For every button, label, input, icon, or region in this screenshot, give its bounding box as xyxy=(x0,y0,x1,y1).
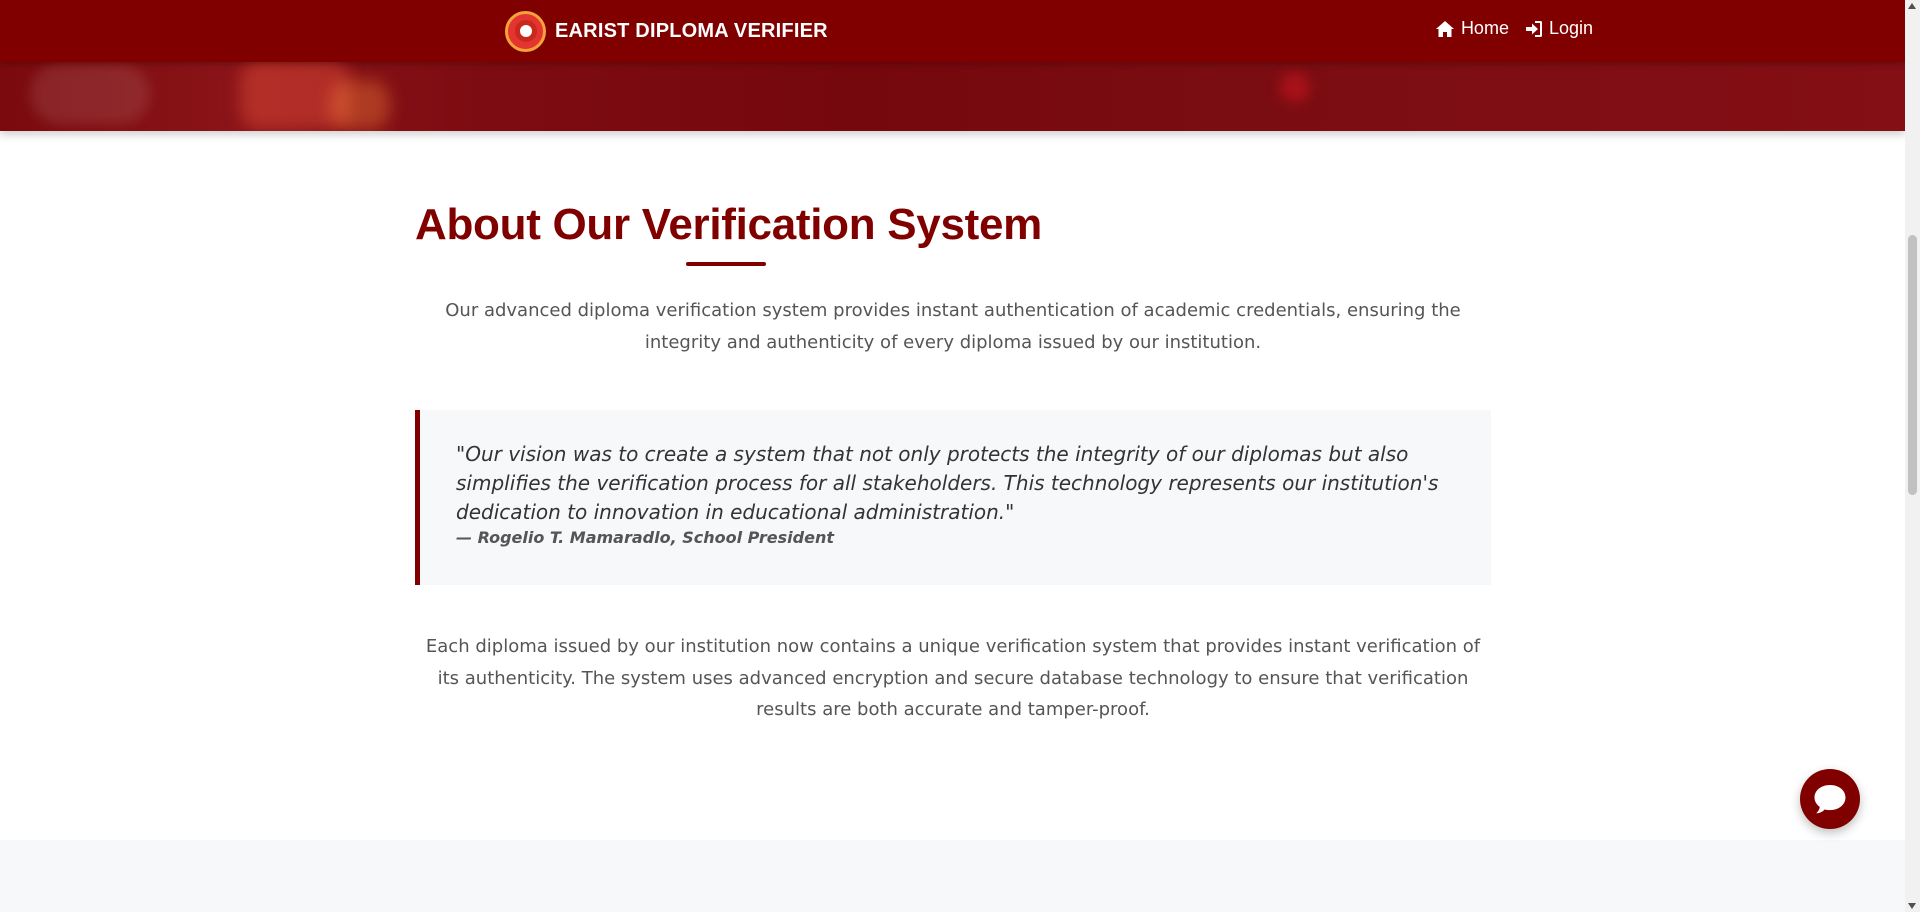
nav-home-link[interactable]: Home xyxy=(1435,18,1509,39)
login-icon xyxy=(1525,20,1542,37)
intro-paragraph: Our advanced diploma verification system… xyxy=(445,300,1461,353)
next-section-band xyxy=(0,840,1905,912)
president-quote: "Our vision was to create a system that … xyxy=(415,410,1491,585)
scroll-up-icon[interactable] xyxy=(1908,3,1916,9)
hero-image-blur xyxy=(330,80,390,130)
description-paragraph: Each diploma issued by our institution n… xyxy=(425,636,1481,720)
quote-author: — Rogelio T. Mamaradlo, School President xyxy=(456,528,834,547)
home-icon xyxy=(1435,20,1454,37)
about-section: About Our Verification System Our advanc… xyxy=(415,200,1491,359)
page-scrollbar[interactable] xyxy=(1905,0,1920,912)
section-title: About Our Verification System xyxy=(415,200,1042,249)
quote-text: "Our vision was to create a system that … xyxy=(456,442,1439,524)
nav-login-link[interactable]: Login xyxy=(1525,18,1593,39)
chat-bubble-icon xyxy=(1814,785,1846,814)
nav-home-label: Home xyxy=(1460,18,1509,38)
title-underline xyxy=(686,262,766,266)
school-logo-icon xyxy=(505,10,546,52)
hero-image-blur xyxy=(30,64,150,124)
nav-login-label: Login xyxy=(1548,18,1593,38)
hero-image-blur xyxy=(1280,72,1310,102)
chat-button[interactable] xyxy=(1800,769,1860,829)
top-navbar: EARIST DIPLOMA VERIFIER Home Login xyxy=(0,0,1905,62)
brand-name: EARIST DIPLOMA VERIFIER xyxy=(555,19,828,42)
brand[interactable]: EARIST DIPLOMA VERIFIER xyxy=(505,10,828,52)
nav-links: Home Login xyxy=(1435,18,1593,39)
scroll-down-icon[interactable] xyxy=(1908,903,1916,909)
scroll-thumb[interactable] xyxy=(1908,235,1917,495)
